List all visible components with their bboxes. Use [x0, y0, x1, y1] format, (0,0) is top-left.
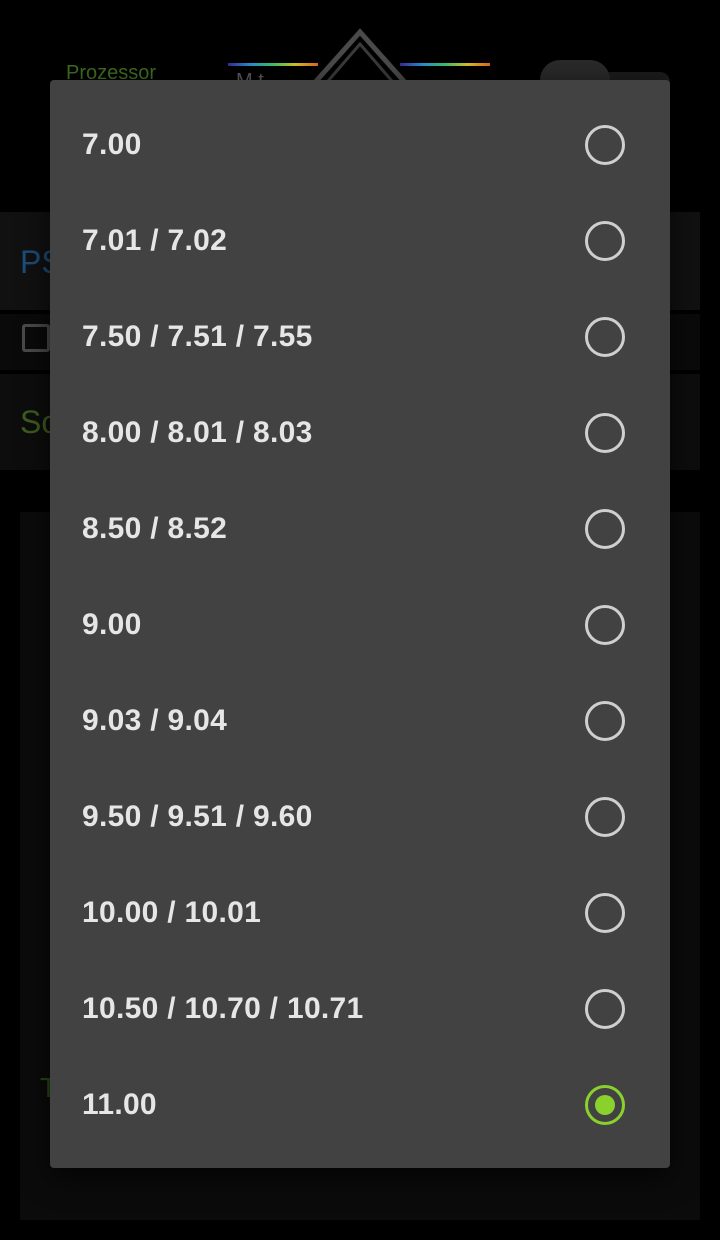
radio-unchecked-icon[interactable] [585, 701, 625, 741]
settings-checkbox[interactable] [22, 324, 50, 352]
firmware-option-label: 7.00 [82, 128, 142, 161]
radio-dot-icon [595, 1095, 615, 1115]
firmware-option-label: 8.00 / 8.01 / 8.03 [82, 416, 313, 449]
firmware-option-label: 10.00 / 10.01 [82, 896, 262, 929]
firmware-option-label: 9.00 [82, 608, 142, 641]
radio-unchecked-icon[interactable] [585, 317, 625, 357]
firmware-option-label: 7.50 / 7.51 / 7.55 [82, 320, 313, 353]
firmware-option[interactable]: 10.50 / 10.70 / 10.71 [50, 961, 670, 1057]
firmware-option[interactable]: 10.00 / 10.01 [50, 865, 670, 961]
firmware-option[interactable]: 11.00 [50, 1057, 670, 1153]
radio-unchecked-icon[interactable] [585, 893, 625, 933]
radio-unchecked-icon[interactable] [585, 125, 625, 165]
radio-unchecked-icon[interactable] [585, 413, 625, 453]
firmware-option[interactable]: 8.00 / 8.01 / 8.03 [50, 385, 670, 481]
firmware-option[interactable]: 9.00 [50, 577, 670, 673]
radio-unchecked-icon[interactable] [585, 221, 625, 261]
radio-checked-icon[interactable] [585, 1085, 625, 1125]
firmware-options-list: 7.00 7.01 / 7.02 7.50 / 7.51 / 7.55 8.00 / … [50, 97, 670, 1153]
firmware-option[interactable]: 7.01 / 7.02 [50, 193, 670, 289]
firmware-version-dialog: 7.00 7.01 / 7.02 7.50 / 7.51 / 7.55 8.00 / … [50, 80, 670, 1168]
radio-unchecked-icon[interactable] [585, 989, 625, 1029]
radio-unchecked-icon[interactable] [585, 605, 625, 645]
firmware-option[interactable]: 9.03 / 9.04 [50, 673, 670, 769]
firmware-option[interactable]: 7.00 [50, 97, 670, 193]
radio-unchecked-icon[interactable] [585, 509, 625, 549]
firmware-option-label: 9.50 / 9.51 / 9.60 [82, 800, 313, 833]
firmware-option[interactable]: 7.50 / 7.51 / 7.55 [50, 289, 670, 385]
firmware-option-label: 9.03 / 9.04 [82, 704, 228, 737]
firmware-option-label: 10.50 / 10.70 / 10.71 [82, 992, 364, 1025]
firmware-option-label: 7.01 / 7.02 [82, 224, 228, 257]
firmware-option[interactable]: 8.50 / 8.52 [50, 481, 670, 577]
firmware-option[interactable]: 9.50 / 9.51 / 9.60 [50, 769, 670, 865]
firmware-option-label: 11.00 [82, 1088, 157, 1121]
radio-unchecked-icon[interactable] [585, 797, 625, 837]
firmware-option-label: 8.50 / 8.52 [82, 512, 228, 545]
